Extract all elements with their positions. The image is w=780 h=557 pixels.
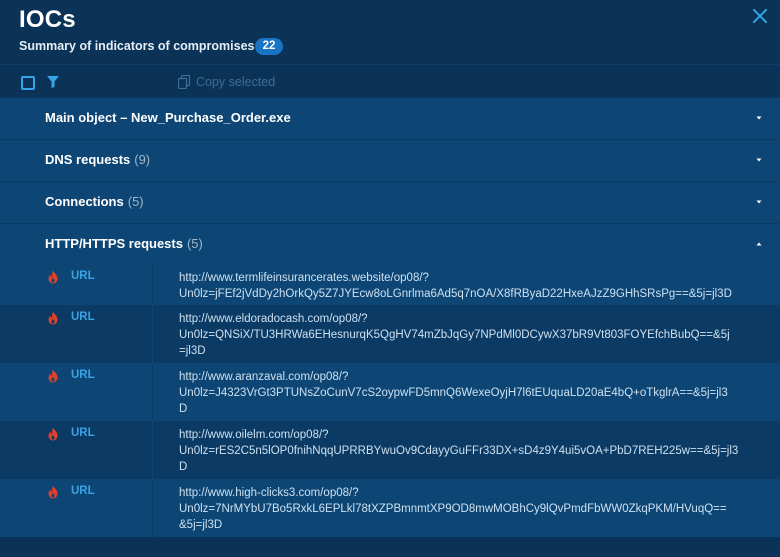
close-icon <box>753 9 767 23</box>
ioc-count-badge: 22 <box>255 38 283 55</box>
ioc-row[interactable]: URL http://www.oilelm.com/op08/? Un0lz=r… <box>0 421 780 479</box>
select-all-checkbox[interactable] <box>21 76 35 90</box>
section-label: DNS requests <box>45 152 131 167</box>
section-title: Connections (5) <box>45 194 144 209</box>
ioc-row[interactable]: URL http://www.high-clicks3.com/op08/? U… <box>0 479 780 537</box>
fire-icon <box>48 311 58 325</box>
ioc-type: URL <box>71 427 95 439</box>
section-label: HTTP/HTTPS requests <box>45 236 183 251</box>
chevron-down-icon <box>756 200 762 204</box>
fire-icon <box>48 427 58 441</box>
ioc-type: URL <box>71 311 95 323</box>
ioc-type: URL <box>71 485 95 497</box>
ioc-url[interactable]: http://www.termlifeinsurancerates.websit… <box>179 270 749 302</box>
copy-selected-button[interactable]: Copy selected <box>178 73 275 91</box>
filter-icon <box>47 76 59 88</box>
row-divider <box>152 363 153 421</box>
row-divider <box>152 264 153 305</box>
section-http-requests[interactable]: HTTP/HTTPS requests (5) <box>0 223 780 265</box>
fire-icon <box>48 270 58 284</box>
section-label: Connections <box>45 194 124 209</box>
dialog-title: IOCs <box>19 6 76 33</box>
section-main-object[interactable]: Main object – New_Purchase_Order.exe <box>0 97 780 139</box>
section-separator: – <box>116 110 131 125</box>
copy-icon <box>178 75 190 89</box>
filter-button[interactable] <box>46 75 60 89</box>
section-dns-requests[interactable]: DNS requests (9) <box>0 139 780 181</box>
chevron-down-icon <box>756 158 762 162</box>
row-divider <box>152 305 153 363</box>
ioc-type: URL <box>71 369 95 381</box>
ioc-url[interactable]: http://www.oilelm.com/op08/? Un0lz=rES2C… <box>179 427 749 475</box>
ioc-url[interactable]: http://www.eldoradocash.com/op08/? Un0lz… <box>179 311 749 359</box>
section-title: Main object – New_Purchase_Order.exe <box>45 110 291 125</box>
chevron-down-icon <box>756 116 762 120</box>
dialog-header: IOCs Summary of indicators of compromise… <box>0 0 780 64</box>
section-count: (9) <box>134 152 151 167</box>
section-count: (5) <box>127 194 144 209</box>
ioc-row[interactable]: URL http://www.termlifeinsurancerates.we… <box>0 264 780 305</box>
row-divider <box>152 421 153 479</box>
section-title: HTTP/HTTPS requests (5) <box>45 236 203 251</box>
ioc-row[interactable]: URL http://www.eldoradocash.com/op08/? U… <box>0 305 780 363</box>
ioc-url[interactable]: http://www.aranzaval.com/op08/? Un0lz=J4… <box>179 369 749 417</box>
section-label: Main object <box>45 110 117 125</box>
section-count: (5) <box>186 236 203 251</box>
ioc-type: URL <box>71 270 95 282</box>
fire-icon <box>48 369 58 383</box>
close-button[interactable] <box>750 6 770 26</box>
dialog-subtitle: Summary of indicators of compromises <box>19 39 255 53</box>
copy-selected-label: Copy selected <box>196 75 276 89</box>
section-title: DNS requests (9) <box>45 152 150 167</box>
row-divider <box>152 479 153 537</box>
toolbar: Copy selected <box>0 64 780 98</box>
fire-icon <box>48 485 58 499</box>
main-object-name: New_Purchase_Order.exe <box>130 110 291 125</box>
chevron-up-icon <box>756 242 762 246</box>
ioc-row[interactable]: URL http://www.aranzaval.com/op08/? Un0l… <box>0 363 780 421</box>
ioc-url[interactable]: http://www.high-clicks3.com/op08/? Un0lz… <box>179 485 749 533</box>
section-connections[interactable]: Connections (5) <box>0 181 780 223</box>
